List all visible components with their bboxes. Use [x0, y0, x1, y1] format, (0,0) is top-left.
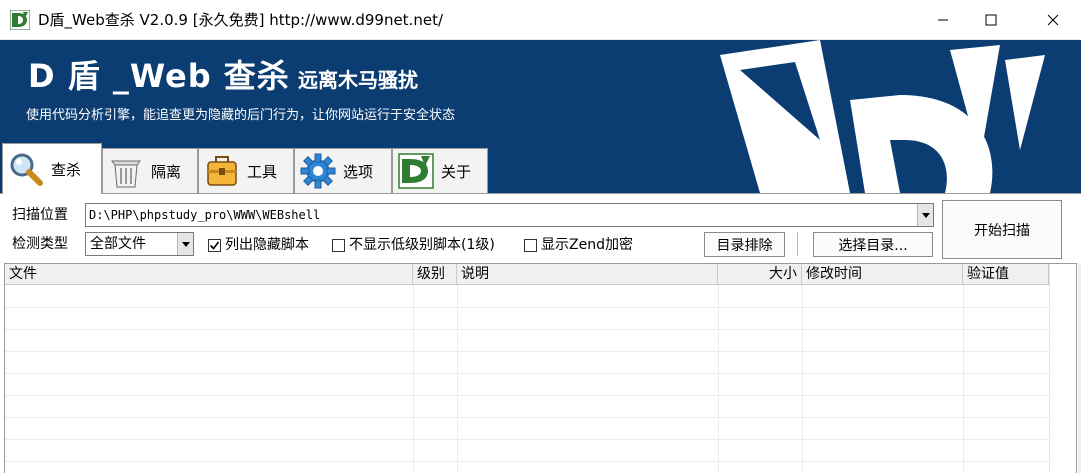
dropdown-arrow-icon[interactable] — [917, 204, 933, 226]
detect-type-select[interactable]: 全部文件 — [85, 232, 194, 256]
grid-line — [5, 351, 1076, 352]
tab-quarantine[interactable]: 隔离 — [102, 148, 198, 193]
grid-line — [5, 373, 1076, 374]
grid-line — [5, 439, 1076, 440]
tab-quarantine-label: 隔离 — [151, 162, 182, 181]
tab-options[interactable]: 选项 — [294, 148, 392, 193]
tab-about[interactable]: 关于 — [392, 148, 488, 193]
dropdown-arrow-icon[interactable] — [177, 233, 193, 255]
grid-line — [5, 329, 1076, 330]
show-hidden-scripts-checkbox[interactable]: 列出隐藏脚本 — [208, 236, 309, 254]
title-bar: D盾_Web查杀 V2.0.9 [永久免费] http://www.d99net… — [0, 0, 1081, 40]
column-header-level[interactable]: 级别 — [413, 264, 457, 285]
brand-title: D 盾 _Web 查杀 — [28, 57, 290, 95]
checkbox-checked-icon[interactable] — [208, 238, 221, 252]
grid-line — [5, 307, 1076, 308]
window-title: D盾_Web查杀 V2.0.9 [永久免费] http://www.d99net… — [38, 11, 444, 29]
minimize-icon[interactable] — [920, 0, 966, 40]
grid-line — [457, 285, 458, 473]
scan-location-value: D:\PHP\phpstudy_pro\WWW\WEBshell — [89, 208, 321, 222]
results-scrollbar[interactable] — [1049, 264, 1076, 473]
results-table-header: 文件 级别 说明 大小 修改时间 验证值 — [5, 264, 1076, 285]
tab-tools-label: 工具 — [247, 162, 278, 181]
detect-type-label: 检测类型 — [12, 236, 68, 252]
maximize-icon[interactable] — [968, 0, 1014, 40]
tab-tools[interactable]: 工具 — [198, 148, 294, 193]
grid-line — [718, 285, 719, 473]
tab-scan-label: 查杀 — [51, 160, 82, 179]
show-zend-label: 显示Zend加密 — [541, 237, 633, 253]
column-header-file[interactable]: 文件 — [5, 264, 413, 285]
toolbar-separator — [797, 232, 798, 256]
d-shield-watermark-icon — [720, 40, 1045, 193]
grid-line — [5, 395, 1076, 396]
grid-line — [963, 285, 964, 473]
toolbox-icon — [207, 156, 237, 186]
grid-line — [802, 285, 803, 473]
exclude-dir-button[interactable]: 目录排除 — [704, 232, 785, 257]
tab-options-label: 选项 — [343, 162, 374, 181]
detect-type-value: 全部文件 — [90, 236, 146, 252]
app-logo-icon — [9, 9, 31, 31]
d-shield-logo-icon — [398, 153, 434, 189]
column-header-checksum[interactable]: 验证值 — [963, 264, 1049, 285]
checkbox-unchecked-icon[interactable] — [524, 238, 537, 252]
select-dir-button[interactable]: 选择目录... — [813, 232, 933, 257]
start-scan-button[interactable]: 开始扫描 — [942, 200, 1062, 259]
brand-description: 使用代码分析引擎，能追查更为隐藏的后门行为，让你网站运行于安全状态 — [26, 108, 456, 123]
column-header-modified-time[interactable]: 修改时间 — [802, 264, 963, 285]
column-header-description[interactable]: 说明 — [457, 264, 718, 285]
tab-about-label: 关于 — [441, 162, 472, 181]
gear-icon — [300, 153, 336, 189]
show-hidden-scripts-label: 列出隐藏脚本 — [225, 237, 309, 253]
column-header-size[interactable]: 大小 — [718, 264, 802, 285]
results-table[interactable]: 文件 级别 说明 大小 修改时间 验证值 — [4, 263, 1077, 473]
trash-bin-icon — [111, 160, 141, 188]
grid-line — [5, 461, 1076, 462]
scan-location-label: 扫描位置 — [12, 207, 68, 223]
hide-low-level-label: 不显示低级别脚本(1级) — [349, 237, 495, 253]
hide-low-level-checkbox[interactable]: 不显示低级别脚本(1级) — [332, 236, 495, 254]
close-icon[interactable] — [1030, 0, 1076, 40]
checkbox-unchecked-icon[interactable] — [332, 238, 345, 252]
scan-location-combobox[interactable]: D:\PHP\phpstudy_pro\WWW\WEBshell — [85, 203, 934, 227]
magnifier-icon — [10, 153, 43, 186]
grid-line — [5, 417, 1076, 418]
brand-subtitle: 远离木马骚扰 — [298, 68, 418, 92]
show-zend-checkbox[interactable]: 显示Zend加密 — [524, 236, 633, 254]
scan-controls: 扫描位置 D:\PHP\phpstudy_pro\WWW\WEBshell 检测… — [0, 193, 1081, 263]
tab-scan[interactable]: 查杀 — [2, 143, 102, 194]
grid-line — [413, 285, 414, 473]
